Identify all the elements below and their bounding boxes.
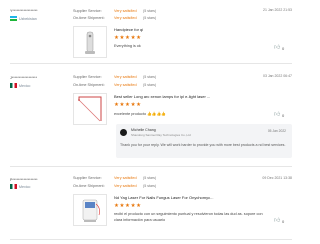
shipment-label: On-time Shipment:	[73, 83, 105, 87]
supplier-service-value: Very satisfied	[114, 9, 137, 13]
shipment-value: Very satisfied	[114, 16, 137, 20]
divider	[10, 166, 292, 167]
shipment-value: Very satisfied	[114, 184, 137, 188]
supplier-service-count: (5 stars)	[143, 9, 157, 14]
reviewer-name: Y******************	[10, 9, 38, 13]
product-thumbnail[interactable]	[73, 194, 107, 226]
country-name: Mexico	[19, 184, 31, 189]
uzbekistan-flag-icon	[10, 16, 17, 21]
like-count: 0	[282, 218, 285, 224]
review-text: recibi el producto con un seguimiento pu…	[114, 212, 263, 222]
country-name: Mexico	[19, 83, 31, 88]
shipment-label: On-time Shipment:	[73, 184, 105, 188]
shipment-value: Very satisfied	[114, 83, 137, 87]
supplier-service-label: Supplier Service:	[73, 9, 102, 13]
handpiece-image	[85, 31, 95, 54]
reply-author: Michelle Chang	[131, 128, 156, 132]
product-title[interactable]: Best seller Long arc xenon lamps for ipl…	[114, 94, 210, 99]
reviewer-name: P******************	[10, 178, 38, 182]
avatar	[120, 129, 127, 136]
thumbs-up-icon: 👍︎	[274, 112, 281, 118]
product-title[interactable]: Nd Yag Laser For Nails Fungus Laser For …	[114, 195, 213, 200]
rating-stars: ★★★★★	[114, 35, 142, 41]
product-title[interactable]: Handpiece for qi	[114, 27, 143, 32]
reviewer-country: Mexico	[10, 184, 30, 189]
country-name: Uzbekistan	[19, 16, 37, 21]
like-button[interactable]: 👍︎ 0	[274, 112, 284, 118]
like-count: 0	[282, 45, 285, 51]
supplier-reply: Michelle Chang Shandong Sanmei Ray Techn…	[116, 124, 292, 158]
review-text: Everything is ok	[114, 44, 141, 48]
shipment-count: (5 stars)	[143, 16, 157, 21]
rating-stars: ★★★★★	[114, 203, 142, 209]
reviewer-country: Uzbekistan	[10, 16, 37, 21]
review-date: 09 Dec 2021 13:38	[262, 176, 292, 180]
like-button[interactable]: 👍︎ 0	[274, 218, 284, 224]
product-thumbnail[interactable]	[73, 93, 107, 125]
supplier-service-value: Very satisfied	[114, 75, 137, 79]
shipment-count: (5 stars)	[143, 83, 157, 88]
supplier-service-value: Very satisfied	[114, 176, 137, 180]
thumbs-up-icon: 👍︎	[274, 218, 281, 224]
reviewer-name: J******************	[10, 76, 37, 80]
reply-date: 05 Jan 2022	[267, 129, 286, 133]
supplier-service-count: (5 stars)	[143, 75, 157, 80]
supplier-service-label: Supplier Service:	[73, 75, 102, 79]
shipment-label: On-time Shipment:	[73, 16, 105, 20]
supplier-service-count: (5 stars)	[143, 176, 157, 181]
mexico-flag-icon	[10, 184, 17, 189]
like-button[interactable]: 👍︎ 0	[274, 45, 284, 51]
review-date: 21 Jan 2022 21:53	[263, 8, 292, 12]
laser-machine-image	[82, 199, 100, 222]
rating-stars: ★★★★★	[114, 102, 142, 108]
like-count: 0	[282, 112, 285, 118]
divider	[10, 63, 292, 64]
reply-company: Shandong Sanmei Ray Technologies Co.,Ltd	[131, 133, 191, 137]
product-thumbnail[interactable]	[73, 26, 107, 58]
supplier-service-label: Supplier Service:	[73, 176, 102, 180]
xenon-lamp-image	[78, 96, 102, 122]
review-date: 03 Jan 2022 06:47	[263, 74, 292, 78]
thumbs-up-icon: 👍︎	[274, 45, 281, 51]
review-text: excelente producto 👍👍👍👍	[114, 112, 167, 116]
divider	[10, 239, 292, 240]
shipment-count: (5 stars)	[143, 184, 157, 189]
reviewer-country: Mexico	[10, 83, 30, 88]
reply-text: Thank you for your reply. We will work h…	[120, 143, 286, 147]
mexico-flag-icon	[10, 83, 17, 88]
